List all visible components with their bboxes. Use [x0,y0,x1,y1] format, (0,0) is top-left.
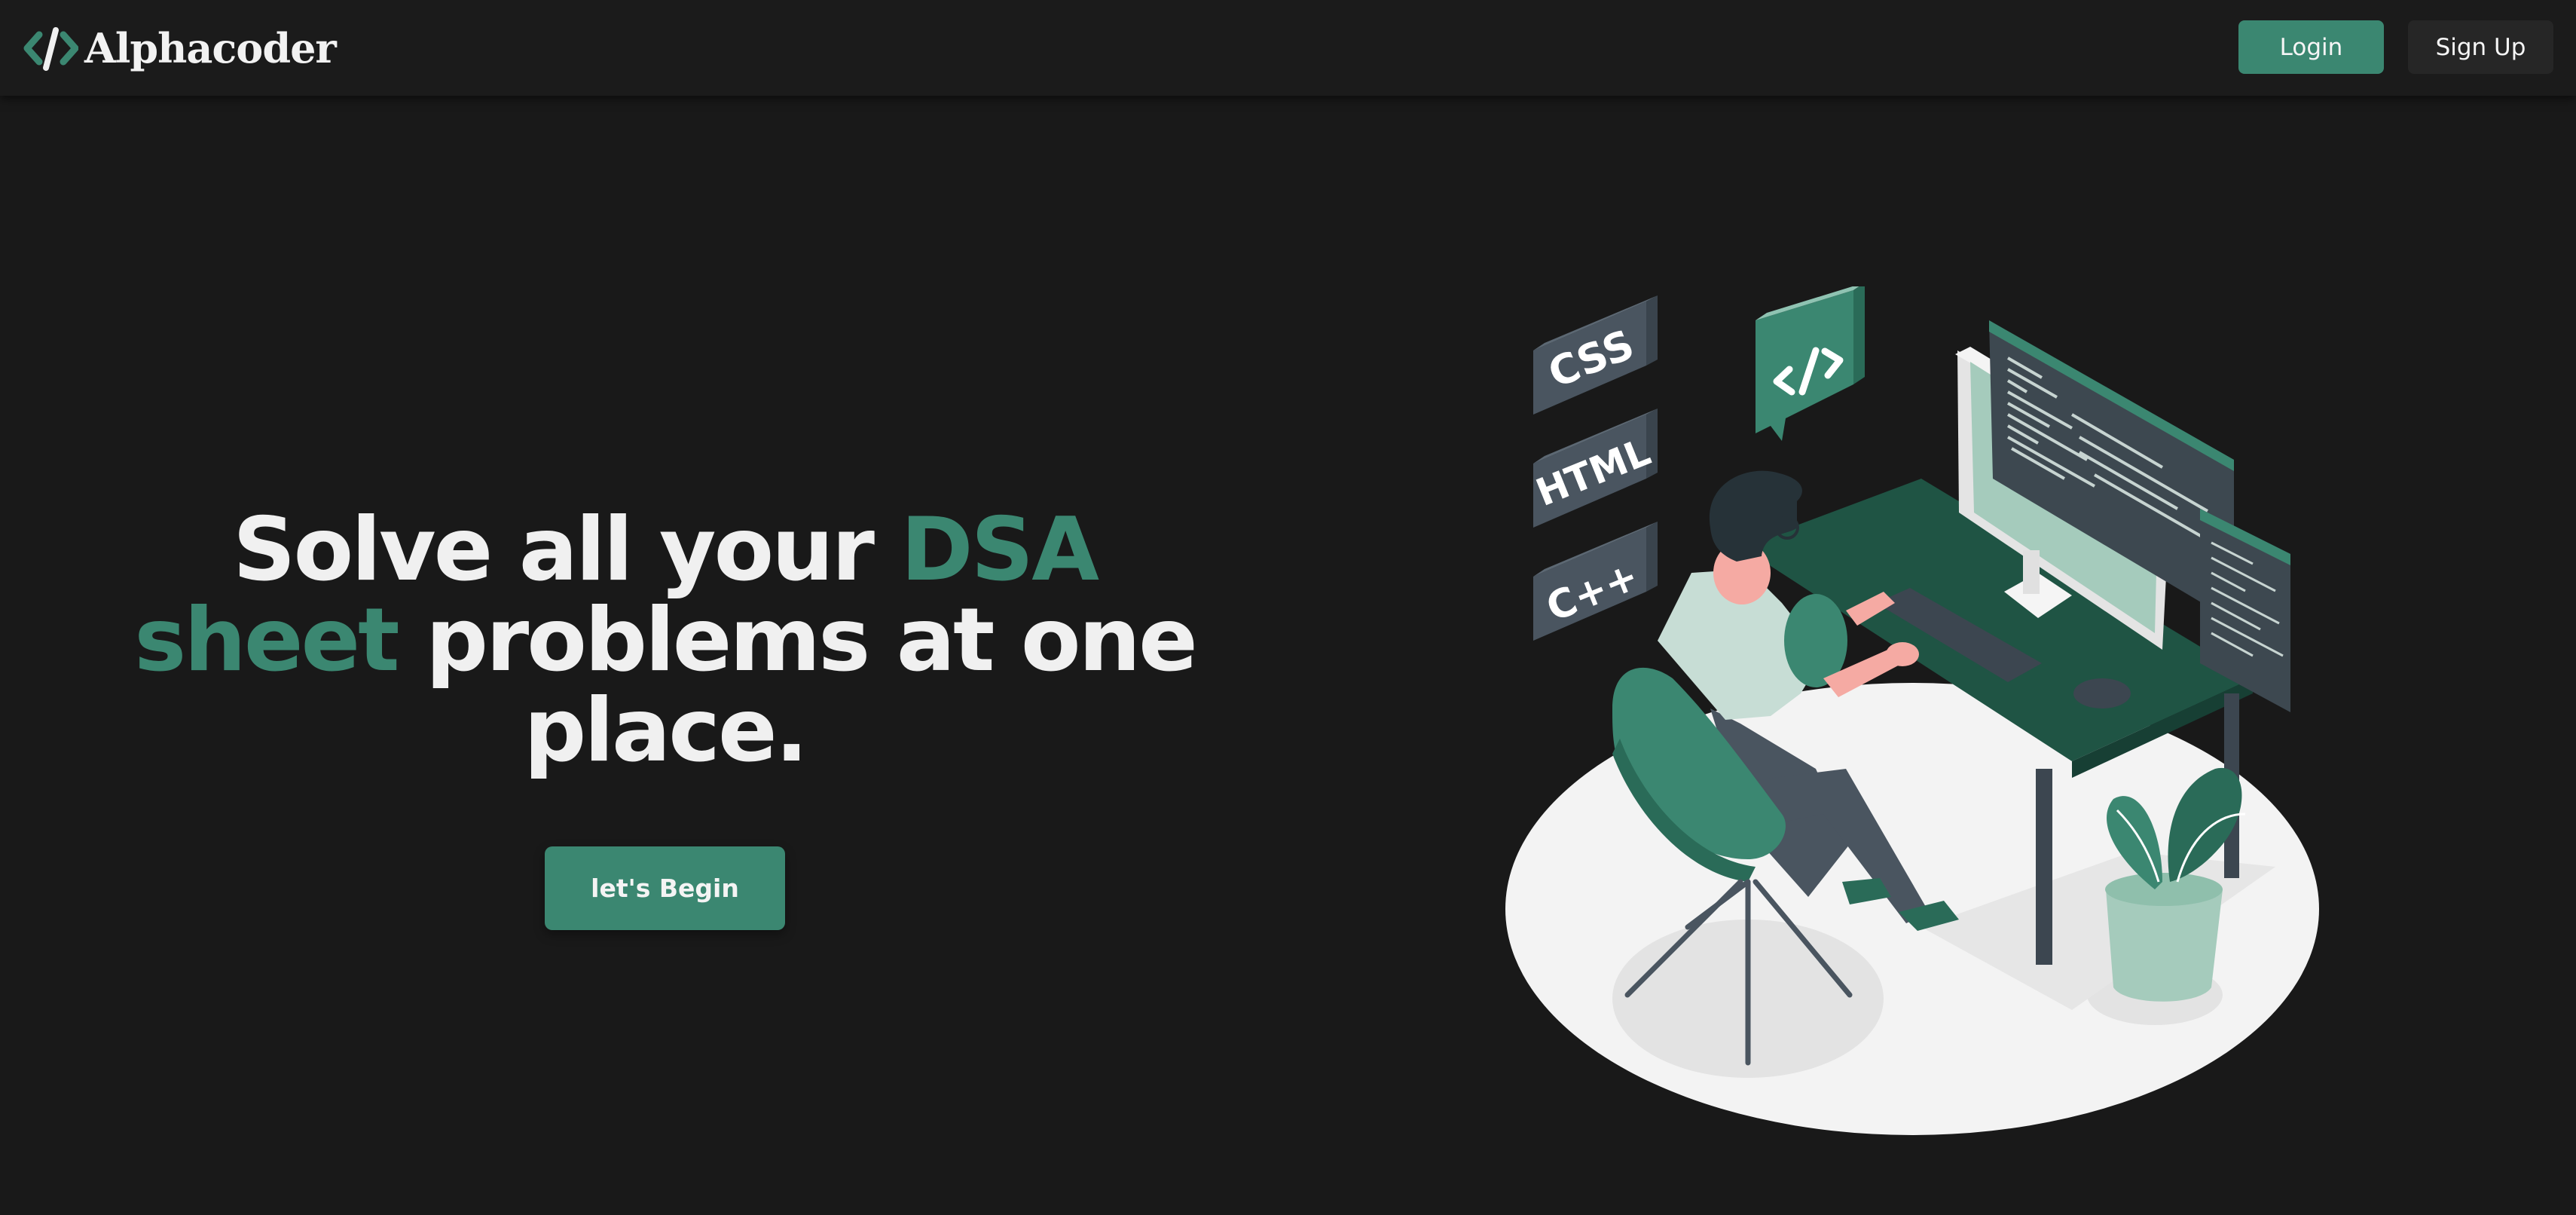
lets-begin-button[interactable]: let's Begin [545,846,785,930]
cpp-tile: C++ [1533,522,1658,641]
headline-text: problems at one [397,589,1198,691]
headline-text: Solve all your [233,499,901,601]
hero-section: Solve all your DSA sheet problems at one… [75,505,1254,776]
code-bubble [1756,286,1865,441]
mouse [2073,678,2131,708]
code-brackets-icon [23,27,78,71]
headline-accent-sheet: sheet [134,589,399,691]
developer-illustration: CSS HTML C++ [1505,286,2319,1135]
brand-name: Alphacoder [84,24,337,72]
navbar: Alphacoder Login Sign Up [0,0,2576,96]
html-tile: HTML [1530,409,1658,528]
headline-text: place. [524,680,808,782]
login-button[interactable]: Login [2238,20,2384,74]
brand-logo[interactable]: Alphacoder [23,21,337,75]
headline-accent-dsa: DSA [900,499,1099,601]
hero-headline: Solve all your DSA sheet problems at one… [75,505,1254,776]
signup-button[interactable]: Sign Up [2408,20,2553,74]
css-tile: CSS [1533,295,1658,415]
